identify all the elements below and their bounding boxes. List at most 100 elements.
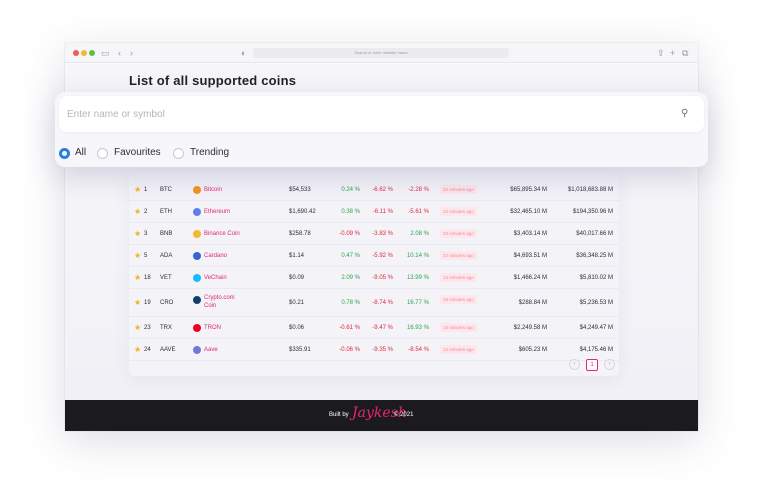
footer-copyright: © 2021 [394, 412, 414, 418]
change-7d: 10.14 % [406, 253, 429, 259]
search-icon[interactable]: ⚲ [681, 108, 688, 119]
favourite-star-icon[interactable]: ★ [134, 339, 141, 361]
search-panel: ⚲ All Favourites Trending [55, 92, 708, 167]
coin-name[interactable]: Bitcoin [204, 179, 222, 201]
favourite-star-icon[interactable]: ★ [134, 223, 141, 245]
market-cap: $605.23 M [518, 347, 547, 353]
coin-logo-icon [193, 296, 201, 304]
market-cap: $2,249.58 M [513, 325, 547, 331]
tabs-icon[interactable]: ⧉ [682, 46, 688, 60]
favourite-star-icon[interactable]: ★ [134, 317, 141, 339]
coin-name[interactable]: TRON [204, 317, 221, 339]
filter-trending-label[interactable]: Trending [190, 147, 229, 158]
maximize-window-button[interactable] [89, 50, 95, 56]
coin-rank: 5 [144, 253, 148, 259]
coin-price: $258.78 [289, 231, 311, 237]
coin-symbol: BTC [160, 187, 172, 193]
back-icon[interactable]: ‹ [118, 46, 121, 60]
change-24h: -6.62 % [372, 187, 393, 193]
pagination-page-button[interactable]: 1 [586, 359, 598, 371]
updated-badge: 23 minutes ago [440, 229, 477, 238]
pagination-prev-button[interactable]: ‹ [569, 359, 580, 370]
change-24h: -6.11 % [372, 209, 393, 215]
change-1h: -0.09 % [339, 231, 360, 237]
table-row[interactable]: ★ 19 CRO Crypto.com Coin $0.21 0.78 % -8.74 % 1… [129, 289, 619, 317]
market-cap: $1,466.24 M [513, 275, 547, 281]
pagination-next-button[interactable]: › [604, 359, 615, 370]
table-row[interactable]: ★ 2 ETH Ethereum $1,690.42 0.38 % -6.11 % -5.61… [129, 201, 619, 223]
coin-symbol: BNB [160, 231, 173, 237]
footer: Built by Jaykesh © 2021 [65, 400, 698, 431]
volume: $4,175.46 M [579, 347, 613, 353]
coin-logo-icon [193, 252, 201, 260]
change-1h: 0.24 % [341, 187, 360, 193]
coin-name[interactable]: Binance Coin [204, 223, 240, 245]
coin-rank: 24 [144, 347, 151, 353]
filter-all-label[interactable]: All [75, 147, 86, 158]
table-row[interactable]: ★ 24 AAVE Aave $335.91 -0.06 % -9.35 % -8.54 % 1… [129, 339, 619, 361]
favourite-star-icon[interactable]: ★ [134, 267, 141, 289]
market-cap: $4,693.51 M [513, 253, 547, 259]
change-7d: -8.54 % [408, 347, 429, 353]
minimize-window-button[interactable] [81, 50, 87, 56]
favourite-star-icon[interactable]: ★ [134, 289, 141, 317]
change-24h: -5.92 % [372, 253, 393, 259]
browser-titlebar: ▭ ‹ › ◐ Search or enter website name ⇪ +… [65, 43, 698, 63]
volume: $4,249.47 M [579, 325, 613, 331]
favourite-star-icon[interactable]: ★ [134, 201, 141, 223]
updated-badge: 22 minutes ago [440, 251, 477, 260]
coin-price: $1,690.42 [289, 209, 316, 215]
sidebar-icon[interactable]: ▭ [101, 46, 110, 60]
filter-favourites-radio[interactable] [97, 148, 108, 159]
shield-icon: ◐ [241, 48, 247, 58]
coin-logo-icon [193, 274, 201, 282]
coin-logo-icon [193, 208, 201, 216]
change-7d: 16.77 % [406, 300, 429, 306]
volume: $194,350.96 M [572, 209, 613, 215]
coin-price: $0.21 [289, 300, 305, 306]
filter-all-radio[interactable] [59, 148, 70, 159]
change-24h: -9.05 % [372, 275, 393, 281]
coin-symbol: CRO [160, 300, 174, 306]
table-row[interactable]: ★ 1 BTC Bitcoin $54,533 0.24 % -6.62 % -2.28 % 2… [129, 179, 619, 201]
share-icon[interactable]: ⇪ [657, 46, 665, 60]
volume: $1,018,683.88 M [567, 187, 613, 193]
coin-logo-icon [193, 324, 201, 332]
table-row[interactable]: ★ 18 VET VeChain $0.09 2.09 % -9.05 % 13.99 % 13… [129, 267, 619, 289]
table-row[interactable]: ★ 3 BNB Binance Coin $258.78 -0.09 % -3.83 % 2.… [129, 223, 619, 245]
volume: $5,236.53 M [579, 300, 613, 306]
coin-symbol: TRX [160, 325, 172, 331]
change-24h: -9.47 % [372, 325, 393, 331]
change-24h: -3.83 % [372, 231, 393, 237]
coin-symbol: ADA [160, 253, 173, 259]
market-cap: $32,465.10 M [510, 209, 547, 215]
table-row[interactable]: ★ 23 TRX TRON $0.06 -0.61 % -9.47 % 16.93 % 15 m… [129, 317, 619, 339]
coin-name[interactable]: VeChain [204, 267, 227, 289]
forward-icon[interactable]: › [130, 46, 133, 60]
table-row[interactable]: ★ 5 ADA Cardano $1.14 0.47 % -5.92 % 10.14 % 22 … [129, 245, 619, 267]
favourite-star-icon[interactable]: ★ [134, 245, 141, 267]
coin-price: $0.06 [289, 325, 305, 331]
market-cap: $288.84 M [518, 300, 547, 306]
favourite-star-icon[interactable]: ★ [134, 179, 141, 201]
address-bar[interactable]: Search or enter website name [253, 48, 509, 58]
volume: $5,810.02 M [579, 275, 613, 281]
coin-symbol: ETH [160, 209, 172, 215]
coin-name[interactable]: Aave [204, 339, 218, 361]
coin-name[interactable]: Crypto.com Coin [204, 294, 248, 310]
coin-rank: 19 [144, 300, 151, 306]
change-7d: -5.61 % [408, 209, 429, 215]
change-1h: -0.06 % [339, 347, 360, 353]
coin-name[interactable]: Ethereum [204, 201, 230, 223]
coin-name[interactable]: Cardano [204, 245, 227, 267]
coin-logo-icon [193, 346, 201, 354]
coin-logo-icon [193, 230, 201, 238]
updated-badge: 12 minutes ago [440, 207, 477, 216]
coin-price: $54,533 [289, 187, 311, 193]
search-input[interactable] [59, 96, 704, 132]
filter-favourites-label[interactable]: Favourites [114, 147, 161, 158]
new-tab-icon[interactable]: + [670, 46, 675, 60]
filter-trending-radio[interactable] [173, 148, 184, 159]
close-window-button[interactable] [73, 50, 79, 56]
updated-badge: 13 minutes ago [440, 273, 477, 282]
